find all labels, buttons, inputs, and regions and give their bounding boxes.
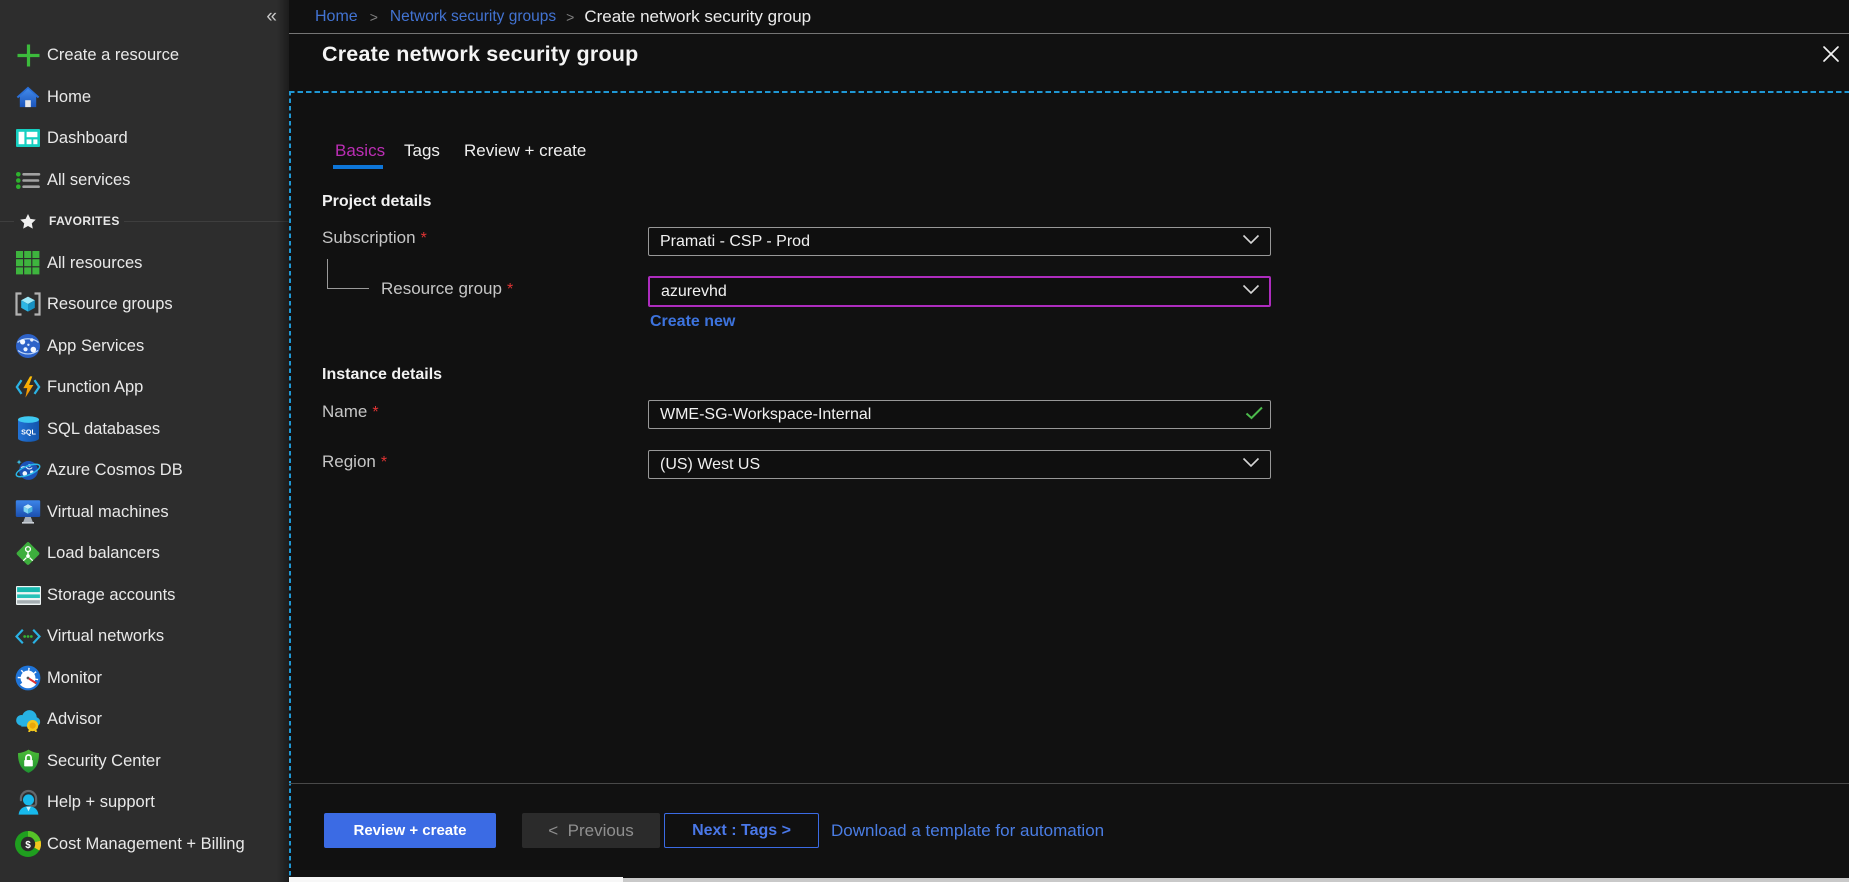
svg-text:$: $ — [25, 840, 31, 851]
svg-text:SQL: SQL — [21, 428, 36, 437]
